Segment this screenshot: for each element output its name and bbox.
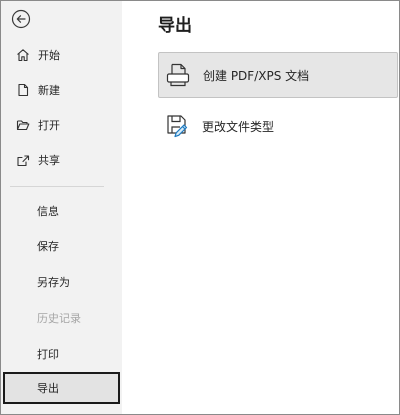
sidebar-item-label: 打印 [37, 348, 59, 361]
sidebar-item-label: 保存 [37, 240, 59, 253]
page-title: 导出 [158, 16, 192, 36]
backstage-window: 开始 新建 打开 共享 信息 保存 另存为 历史记录 打印 导出 导出 创建 P… [0, 0, 400, 415]
export-panel: 导出 创建 PDF/XPS 文档 更改文件类型 [122, 1, 399, 414]
share-icon [16, 153, 30, 167]
pdf-xps-document-icon [165, 62, 191, 88]
back-arrow-icon [11, 9, 31, 29]
home-icon [16, 48, 30, 62]
change-file-type-option[interactable]: 更改文件类型 [158, 103, 398, 149]
sidebar-item-save[interactable]: 保存 [1, 231, 122, 261]
create-pdf-xps-option[interactable]: 创建 PDF/XPS 文档 [158, 52, 398, 98]
sidebar-item-label: 信息 [37, 205, 59, 218]
sidebar-item-history: 历史记录 [1, 303, 122, 333]
open-folder-icon [16, 118, 30, 132]
option-label: 创建 PDF/XPS 文档 [203, 68, 310, 83]
sidebar-divider [10, 186, 104, 187]
back-button[interactable] [10, 8, 32, 30]
change-file-type-icon [164, 113, 190, 139]
sidebar-item-label: 导出 [37, 382, 59, 395]
sidebar-item-save-as[interactable]: 另存为 [1, 267, 122, 297]
sidebar-item-home[interactable]: 开始 [1, 40, 122, 70]
sidebar-item-label: 另存为 [37, 276, 70, 289]
sidebar-item-share[interactable]: 共享 [1, 145, 122, 175]
option-label: 更改文件类型 [202, 119, 275, 134]
backstage-sidebar: 开始 新建 打开 共享 信息 保存 另存为 历史记录 打印 导出 [1, 1, 122, 414]
sidebar-item-label: 共享 [38, 154, 60, 167]
sidebar-item-label: 历史记录 [37, 312, 81, 325]
sidebar-item-info[interactable]: 信息 [1, 196, 122, 226]
sidebar-item-label: 打开 [38, 119, 60, 132]
sidebar-item-label: 新建 [38, 84, 60, 97]
sidebar-item-print[interactable]: 打印 [1, 339, 122, 369]
sidebar-item-new[interactable]: 新建 [1, 75, 122, 105]
sidebar-item-open[interactable]: 打开 [1, 110, 122, 140]
new-document-icon [16, 83, 30, 97]
sidebar-item-label: 开始 [38, 49, 60, 62]
sidebar-item-export[interactable]: 导出 [3, 372, 120, 404]
